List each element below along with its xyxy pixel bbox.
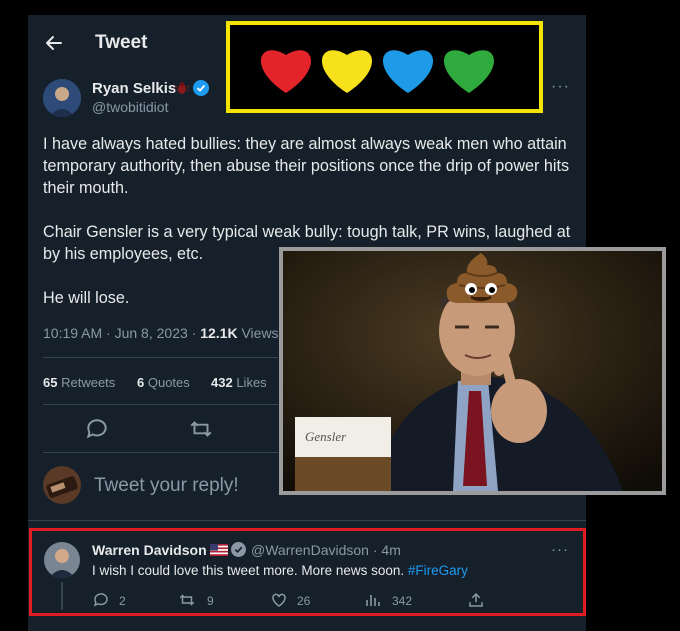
retweets-stat[interactable]: 65 Retweets <box>43 375 115 390</box>
quotes-stat[interactable]: 6 Quotes <box>137 375 190 390</box>
divider <box>43 357 278 358</box>
reply-views-icon[interactable] <box>364 592 380 608</box>
red-heart-icon <box>260 50 312 93</box>
reply-header: Warren Davidson <box>92 542 207 558</box>
hashtag-link[interactable]: #FireGary <box>408 563 468 578</box>
views-count: 12.1K <box>200 325 238 341</box>
reply-text: I wish I could love this tweet more. Mor… <box>92 563 468 578</box>
tweet-timestamp[interactable]: 10:19 AM · Jun 8, 2023 · <box>43 325 196 341</box>
likes-stat[interactable]: 432 Likes <box>211 375 267 390</box>
more-options-icon[interactable]: ··· <box>551 78 570 96</box>
retweets-count: 65 <box>43 375 58 390</box>
hearts-overlay <box>226 21 543 113</box>
reply-comment-icon[interactable] <box>92 591 110 609</box>
gensler-photo: Gensler <box>279 247 666 495</box>
reply-icon[interactable] <box>84 416 110 442</box>
views-label: Views <box>241 325 279 341</box>
reply-time[interactable]: · 4m <box>373 542 401 558</box>
quotes-count: 6 <box>137 375 145 390</box>
bug-emoji-icon <box>175 82 189 94</box>
tweet-paragraph: I have always hated bullies: they are al… <box>43 135 570 197</box>
reply-retweet-icon[interactable] <box>178 591 196 609</box>
reply-author-name[interactable]: Warren Davidson <box>92 542 207 558</box>
reply-body: I wish I could love this tweet more. Mor… <box>92 563 405 578</box>
reply-likes-count: 26 <box>297 594 311 608</box>
divider <box>43 452 278 453</box>
reply-input[interactable]: Tweet your reply! <box>94 475 239 497</box>
author-name[interactable]: Ryan Selkis <box>92 80 176 97</box>
thread-line <box>61 582 63 610</box>
tweet-meta: 10:19 AM · Jun 8, 2023 · 12.1K Views <box>43 325 279 341</box>
reply-author-handle[interactable]: @WarrenDavidson <box>251 542 369 558</box>
reply-views-count: 342 <box>392 594 413 608</box>
reply-share-icon[interactable] <box>467 591 485 609</box>
yellow-heart-icon <box>321 50 373 93</box>
blue-heart-icon <box>382 50 434 93</box>
likes-count: 432 <box>211 375 233 390</box>
reply-author-avatar[interactable] <box>44 542 80 578</box>
author-handle[interactable]: @twobitidiot <box>92 99 168 115</box>
reply-retweets-count: 9 <box>207 594 214 608</box>
retweet-icon[interactable] <box>188 416 214 442</box>
reply-replies-count: 2 <box>119 594 126 608</box>
reply-handle-time: @WarrenDavidson · 4m <box>251 542 401 558</box>
photo-illustration: Gensler <box>283 251 662 491</box>
us-flag-icon <box>210 544 228 556</box>
divider <box>43 404 278 405</box>
back-arrow-icon[interactable] <box>44 33 64 53</box>
verified-badge-icon <box>193 80 209 96</box>
reply-like-icon[interactable] <box>270 591 288 609</box>
divider <box>28 520 586 521</box>
hearts-graphic <box>260 50 495 93</box>
page-title: Tweet <box>95 32 148 53</box>
user-avatar[interactable] <box>43 466 81 504</box>
green-heart-icon <box>443 50 495 93</box>
verified-badge-icon <box>231 542 246 557</box>
likes-label: Likes <box>236 375 267 390</box>
quotes-label: Quotes <box>147 375 190 390</box>
retweets-label: Retweets <box>61 375 116 390</box>
nameplate-text: Gensler <box>305 429 347 444</box>
author-avatar[interactable] <box>43 79 81 117</box>
reply-more-icon[interactable]: ··· <box>551 541 569 558</box>
